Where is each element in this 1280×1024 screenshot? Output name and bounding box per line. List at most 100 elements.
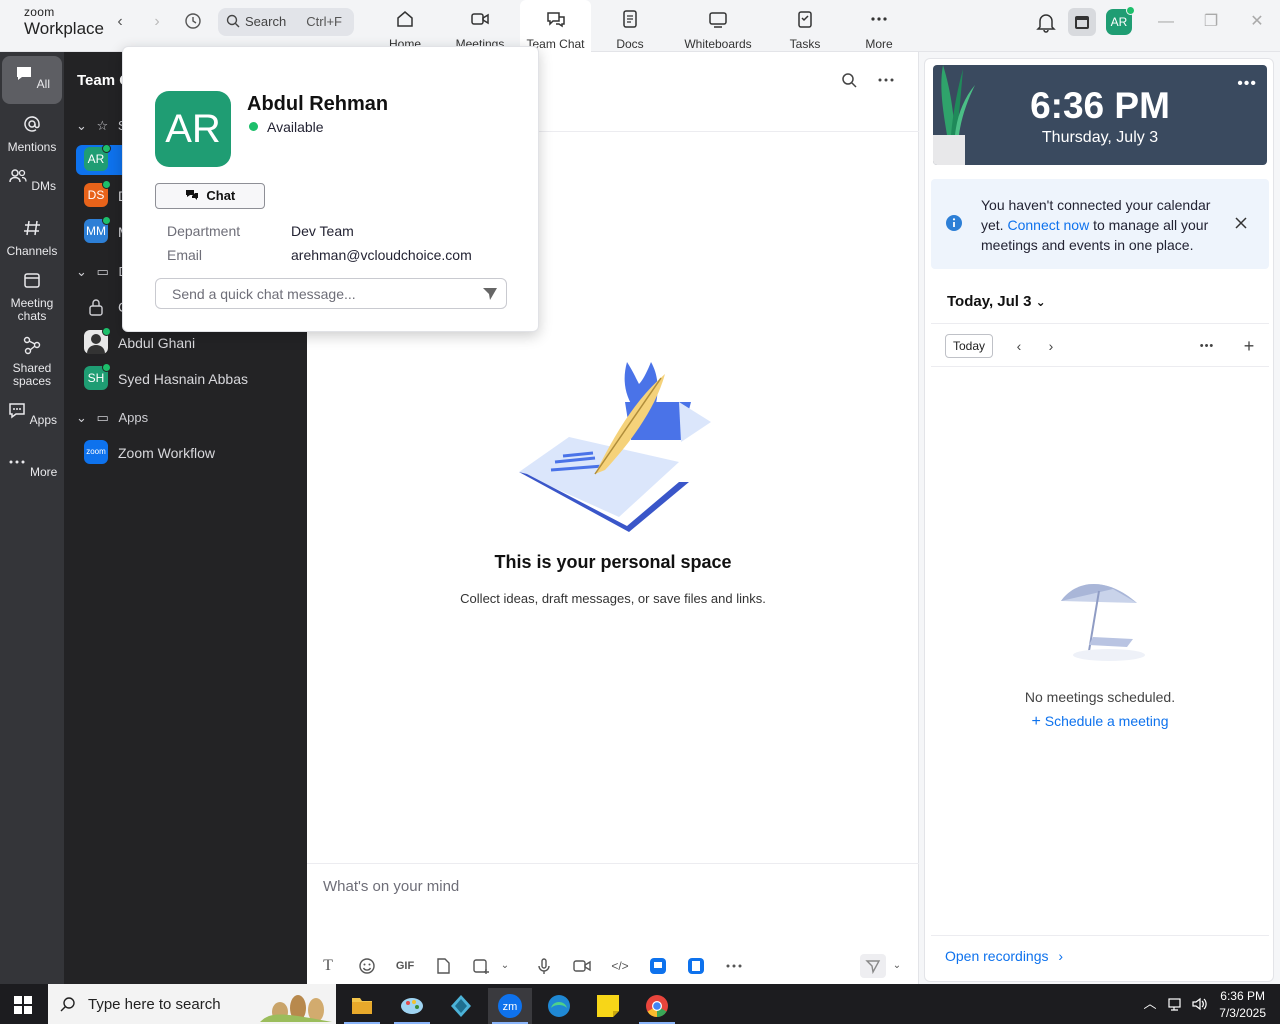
list-item[interactable]: SH Syed Hasnain Abbas — [76, 363, 302, 394]
video-clip-icon[interactable] — [572, 956, 592, 976]
tab-team-chat[interactable]: Team Chat — [520, 0, 591, 52]
chevron-down-icon[interactable]: ⌄ — [887, 956, 907, 976]
no-meetings-text: No meetings scheduled. — [1024, 689, 1176, 705]
rail-item-apps[interactable]: Apps — [2, 400, 62, 427]
screenshot-icon[interactable] — [471, 956, 491, 976]
clock-date: Thursday, July 3 — [1041, 129, 1159, 146]
back-button[interactable]: ‹ — [110, 12, 130, 32]
docs-app-icon[interactable] — [686, 956, 706, 976]
empty-state-subtitle: Collect ideas, draft messages, or save f… — [460, 591, 766, 606]
tab-meetings[interactable]: Meetings — [450, 0, 510, 52]
chrome-taskbar-button[interactable] — [635, 988, 679, 1024]
whiteboard-app-icon[interactable] — [648, 956, 668, 976]
network-icon[interactable] — [1167, 996, 1183, 1012]
send-icon[interactable] — [482, 286, 498, 302]
profile-name: Abdul Rehman — [247, 93, 389, 115]
more-icon[interactable]: ••• — [1197, 336, 1217, 356]
online-dot — [102, 363, 111, 372]
chevron-up-icon[interactable]: ︿ — [1142, 996, 1158, 1012]
message-input[interactable] — [323, 874, 883, 898]
minimize-button[interactable]: — — [1156, 12, 1176, 32]
dms-section[interactable]: ⌄ ▭ D — [76, 264, 128, 280]
rail-item-channels[interactable]: Channels — [2, 218, 62, 258]
history-button[interactable] — [183, 12, 203, 32]
app-taskbar-button[interactable] — [439, 988, 483, 1024]
file-explorer-taskbar-button[interactable] — [340, 988, 384, 1024]
maximize-button[interactable]: ❐ — [1201, 12, 1221, 32]
format-text-icon[interactable]: T — [318, 956, 338, 976]
more-icon[interactable]: ••• — [1237, 75, 1257, 93]
brand-big: Workplace — [24, 19, 104, 38]
user-avatar[interactable]: AR — [1106, 6, 1135, 35]
rail-item-more[interactable]: More — [2, 452, 62, 479]
quick-message-input[interactable] — [172, 284, 472, 304]
open-recordings-link[interactable]: Open recordings › — [931, 935, 1269, 976]
empty-state-title: This is your personal space — [494, 552, 732, 572]
paint-taskbar-button[interactable] — [390, 988, 434, 1024]
gif-button[interactable]: GIF — [395, 956, 415, 976]
schedule-meeting-link[interactable]: + Schedule a meeting — [925, 713, 1275, 731]
message-composer: T GIF ⌄ </> ⌄ — [307, 863, 919, 984]
sticky-notes-taskbar-button[interactable] — [586, 988, 630, 1024]
tab-home[interactable]: Home — [380, 0, 430, 52]
edge-taskbar-button[interactable] — [537, 988, 581, 1024]
chrome-browser-icon — [646, 995, 668, 1017]
today-button[interactable]: Today — [945, 334, 993, 358]
department-value: Dev Team — [291, 223, 354, 239]
search-box[interactable]: Search Ctrl+F — [218, 8, 354, 36]
add-event-button[interactable]: + — [1239, 336, 1259, 356]
volume-icon[interactable] — [1191, 996, 1207, 1012]
tab-whiteboards[interactable]: Whiteboards — [680, 0, 756, 52]
rail-item-mentions[interactable]: Mentions — [2, 114, 62, 154]
taskbar-search[interactable]: Type here to search — [48, 984, 336, 1024]
apps-icon — [9, 403, 25, 419]
video-icon — [471, 13, 489, 25]
chevron-down-icon[interactable]: ⌄ — [495, 956, 515, 976]
close-button[interactable]: ✕ — [1247, 12, 1267, 32]
doc-icon — [623, 10, 637, 28]
tab-docs[interactable]: Docs — [605, 0, 655, 52]
more-icon[interactable] — [724, 956, 744, 976]
hash-icon — [24, 220, 40, 236]
lock-icon — [89, 299, 103, 316]
search-icon[interactable] — [839, 70, 859, 90]
tab-more[interactable]: More — [856, 0, 902, 52]
title-bar: zoom Workplace ‹ › Search Ctrl+F Home Me… — [0, 0, 1280, 52]
code-snippet-icon[interactable]: </> — [610, 956, 630, 976]
people-icon — [9, 169, 27, 183]
close-icon[interactable] — [1233, 215, 1249, 231]
file-icon[interactable] — [433, 956, 453, 976]
online-dot — [102, 327, 111, 336]
windows-start-icon[interactable] — [14, 996, 32, 1014]
calendar-widget-button[interactable] — [1068, 8, 1096, 36]
emoji-icon[interactable] — [357, 956, 377, 976]
microphone-icon[interactable] — [534, 956, 554, 976]
at-icon — [24, 116, 40, 132]
send-button[interactable] — [860, 954, 886, 978]
chat-button[interactable]: Chat — [155, 183, 265, 209]
forward-button[interactable]: › — [147, 12, 167, 32]
rail-item-all[interactable]: All — [2, 56, 62, 104]
zoom-taskbar-button[interactable]: zm — [488, 988, 532, 1024]
taskbar-clock[interactable]: 6:36 PM 7/3/2025 — [1219, 988, 1266, 1022]
online-dot — [102, 180, 111, 189]
connect-now-link[interactable]: Connect now — [1007, 217, 1089, 233]
apps-section[interactable]: ⌄ ▭ Apps — [76, 410, 148, 426]
next-day-button[interactable]: › — [1041, 336, 1061, 356]
more-icon[interactable] — [876, 70, 896, 90]
starred-section[interactable]: ⌄ ☆ S — [76, 118, 126, 134]
rail-item-dms[interactable]: DMs — [2, 166, 62, 193]
date-dropdown[interactable]: Today, Jul 3 ⌄ — [947, 293, 1046, 310]
list-item[interactable]: Abdul Ghani — [76, 327, 302, 358]
previous-day-button[interactable]: ‹ — [1009, 336, 1029, 356]
tab-tasks[interactable]: Tasks — [782, 0, 828, 52]
rail-item-shared-spaces[interactable]: Shared spaces — [2, 335, 62, 388]
bell-icon[interactable] — [1034, 10, 1058, 34]
diamond-app-icon — [451, 995, 471, 1017]
search-shortcut: Ctrl+F — [306, 14, 342, 29]
rail-item-meeting-chats[interactable]: Meeting chats — [2, 270, 62, 323]
chat-icon — [185, 190, 198, 200]
app-logo: zoom Workplace — [24, 6, 104, 37]
email-value[interactable]: arehman@vcloudchoice.com — [291, 247, 472, 263]
list-item[interactable]: zoom Zoom Workflow — [76, 438, 302, 468]
